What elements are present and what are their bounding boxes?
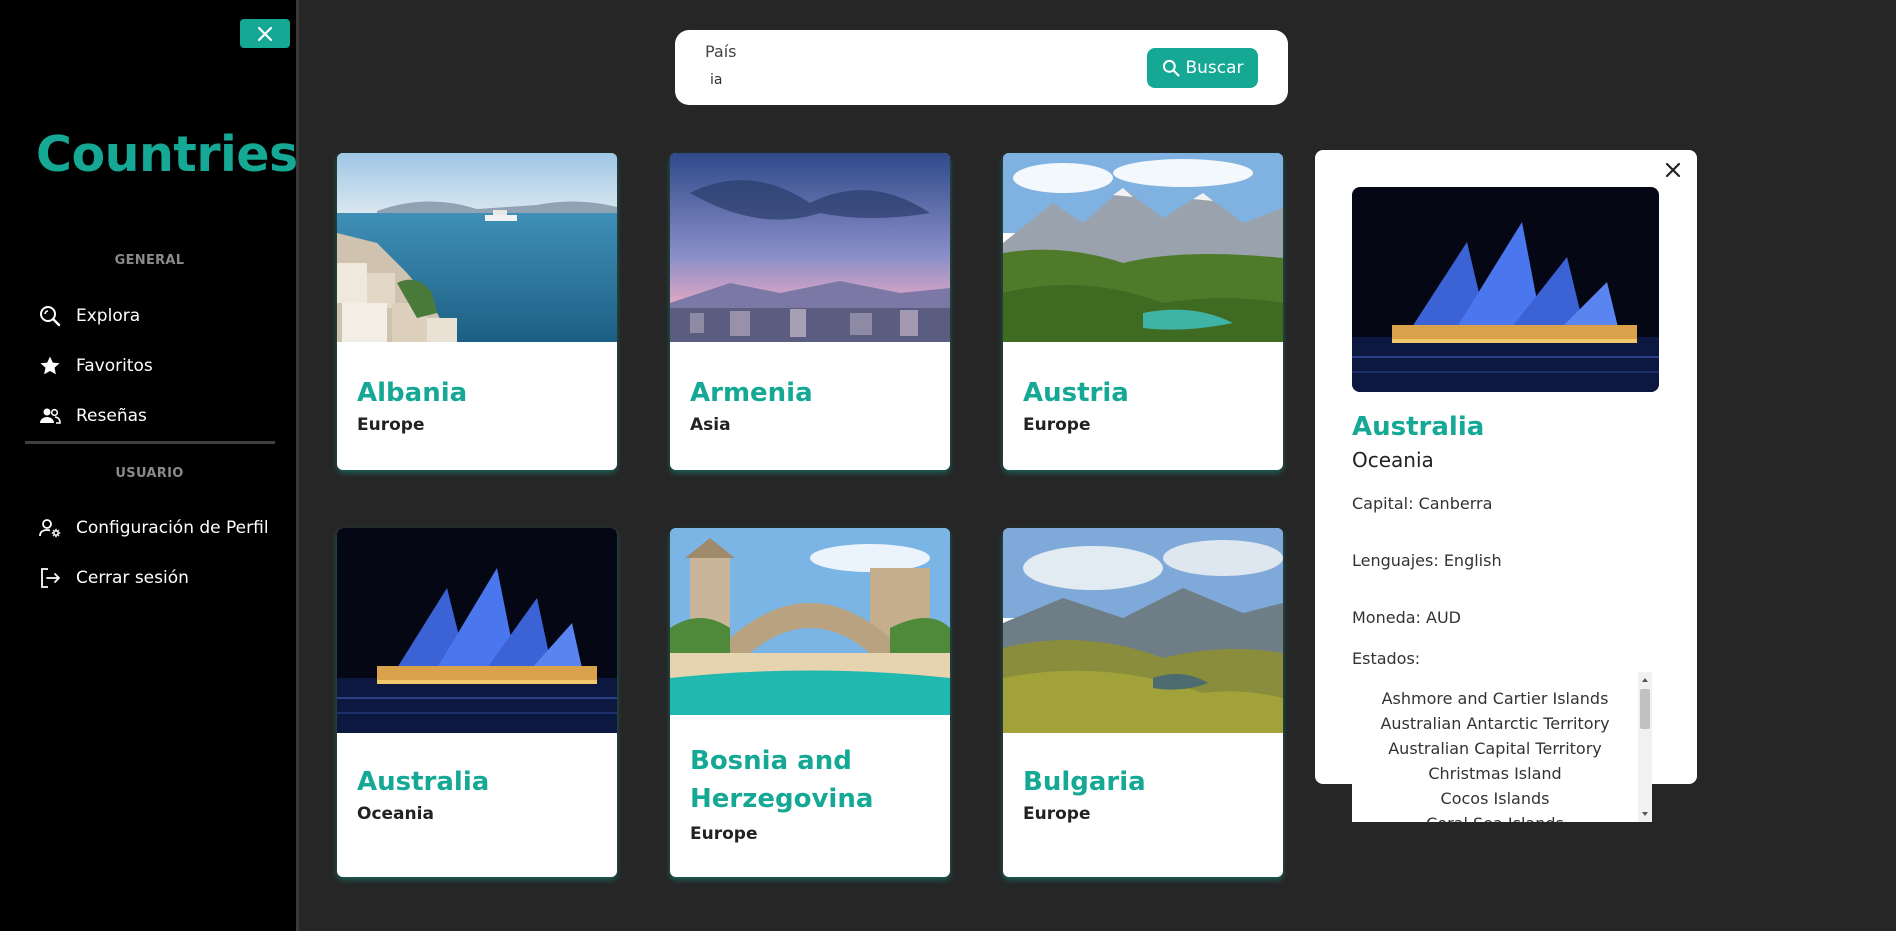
country-region: Oceania (357, 804, 434, 824)
people-icon (40, 408, 61, 424)
sidebar-item-explora[interactable]: Explora (38, 301, 140, 331)
detail-capital: Capital: Canberra (1352, 494, 1493, 513)
scroll-down-icon[interactable] (1638, 808, 1652, 820)
country-image (337, 153, 617, 342)
country-region: Asia (690, 415, 731, 435)
country-name: Armenia (690, 378, 813, 408)
country-image (670, 153, 950, 342)
sidebar-item-label: Cerrar sesión (76, 568, 189, 588)
list-item: Australian Capital Territory (1388, 739, 1602, 758)
search-button[interactable]: Buscar (1147, 48, 1258, 88)
detail-country-name: Australia (1352, 412, 1485, 442)
sidebar-item-label: Configuración de Perfil (76, 518, 269, 538)
sidebar-divider (25, 441, 275, 444)
search-icon (1163, 59, 1181, 77)
scroll-up-icon[interactable] (1638, 674, 1652, 686)
states-scrollbar[interactable] (1638, 672, 1652, 822)
country-image (1003, 153, 1283, 342)
explore-search-icon (40, 306, 61, 327)
detail-close-button[interactable] (1661, 158, 1685, 182)
country-card-albania[interactable]: Albania Europe (337, 153, 617, 470)
sidebar-item-resenas[interactable]: Reseñas (38, 401, 147, 431)
states-list: Ashmore and Cartier Islands Australian A… (1352, 686, 1638, 822)
star-icon (40, 356, 60, 375)
user-settings-icon (39, 519, 61, 538)
close-icon (1665, 162, 1681, 178)
detail-country-region: Oceania (1352, 448, 1434, 472)
country-card-bosnia-and-herzegovina[interactable]: Bosnia and Herzegovina Europe (670, 528, 950, 877)
detail-languages: Lenguajes: English (1352, 551, 1502, 570)
list-item: Ashmore and Cartier Islands (1381, 689, 1609, 708)
detail-currency: Moneda: AUD (1352, 608, 1461, 627)
detail-states-label: Estados: (1352, 649, 1421, 668)
country-name: Austria (1023, 378, 1129, 408)
section-label-general: GENERAL (114, 253, 185, 268)
country-card-bulgaria[interactable]: Bulgaria Europe (1003, 528, 1283, 877)
sidebar-item-cerrar-sesion[interactable]: Cerrar sesión (38, 563, 189, 593)
sidebar-item-favoritos[interactable]: Favoritos (38, 351, 153, 381)
search-bar: País Buscar (675, 30, 1288, 105)
states-list-box[interactable]: Ashmore and Cartier Islands Australian A… (1352, 672, 1652, 822)
sidebar-item-label: Explora (76, 306, 141, 326)
section-label-usuario: USUARIO (115, 466, 184, 481)
logout-icon (41, 568, 60, 588)
country-card-australia[interactable]: Australia Oceania (337, 528, 617, 877)
sidebar-item-label: Favoritos (76, 356, 153, 376)
country-region: Europe (1023, 415, 1091, 435)
scroll-thumb[interactable] (1640, 689, 1650, 729)
country-image (337, 528, 617, 733)
country-card-austria[interactable]: Austria Europe (1003, 153, 1283, 470)
country-image (1003, 528, 1283, 733)
search-input[interactable] (705, 68, 1105, 92)
country-name-line2: Herzegovina (690, 784, 874, 814)
detail-image (1352, 187, 1659, 392)
country-region: Europe (357, 415, 425, 435)
country-image (670, 528, 950, 715)
close-icon (257, 26, 273, 41)
country-region: Europe (690, 824, 758, 844)
sidebar: Countries GENERAL Explora Favoritos Rese… (0, 0, 299, 931)
search-button-label: Buscar (1185, 58, 1244, 78)
list-item: Australian Antarctic Territory (1380, 714, 1610, 733)
list-item: Coral Sea Islands (1352, 811, 1638, 822)
country-name: Bulgaria (1023, 767, 1146, 797)
country-name: Albania (357, 378, 468, 408)
country-card-armenia[interactable]: Armenia Asia (670, 153, 950, 470)
list-item: Christmas Island (1428, 764, 1562, 783)
country-name-line1: Bosnia and (690, 746, 852, 776)
sidebar-close-button[interactable] (240, 19, 290, 48)
country-name: Australia (357, 767, 490, 797)
country-region: Europe (1023, 804, 1091, 824)
search-label: País (705, 42, 737, 61)
sidebar-item-configuracion-perfil[interactable]: Configuración de Perfil (38, 513, 269, 543)
list-item: Cocos Islands (1440, 789, 1550, 808)
sidebar-item-label: Reseñas (76, 406, 147, 426)
app-title: Countries (36, 126, 298, 183)
